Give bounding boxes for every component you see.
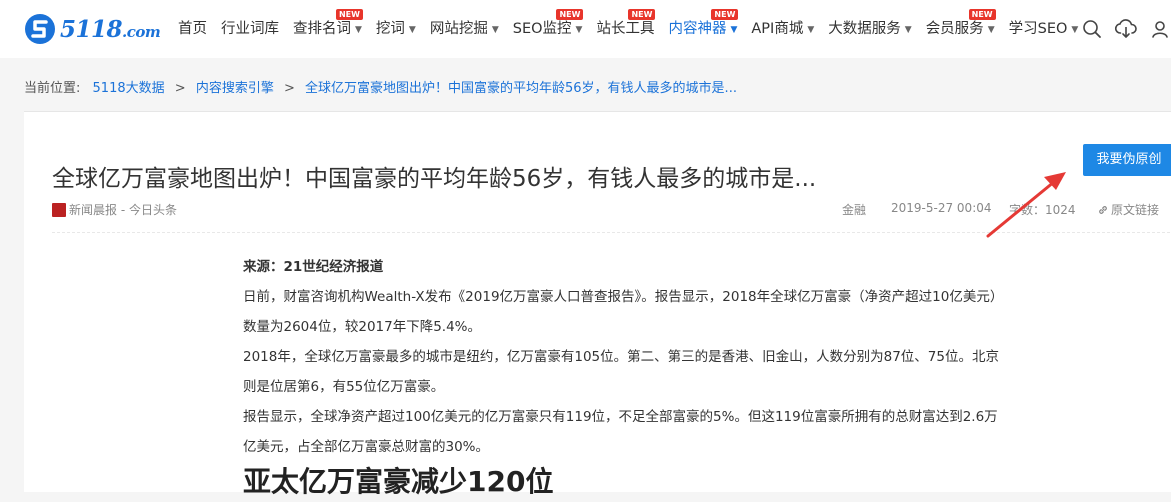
article-paragraph: 2018年，全球亿万富豪最多的城市是纽约，亿万富豪有105位。第二、第三的是香港…: [243, 349, 999, 395]
chevron-down-icon: ▼: [987, 25, 995, 35]
top-navigation-bar: 5118.com 首页 行业词库 查排名词 ▼ NEW 挖词 ▼ 网站挖掘 ▼ SEO监控 ▼ NEW…: [0, 0, 1171, 58]
new-badge: NEW: [968, 9, 996, 20]
chevron-down-icon: ▼: [491, 25, 499, 35]
nav-webmaster-tools[interactable]: 站长工具 NEW: [589, 0, 661, 58]
nav-item-label: 首页: [178, 21, 207, 37]
logo-text: 5118.com: [60, 16, 161, 43]
nav-big-data[interactable]: 大数据服务 ▼: [821, 0, 918, 58]
new-badge: NEW: [335, 9, 363, 20]
new-badge: NEW: [628, 9, 656, 20]
chevron-down-icon: ▼: [575, 25, 583, 35]
new-badge: NEW: [556, 9, 584, 20]
nav-site-mining[interactable]: 网站挖掘 ▼: [423, 0, 506, 58]
cloud-download-icon[interactable]: [1114, 17, 1138, 41]
breadcrumb-prefix: 当前位置:: [24, 81, 81, 96]
article-category: 金融: [842, 203, 867, 217]
search-icon[interactable]: [1080, 17, 1104, 41]
breadcrumb-item-current[interactable]: 全球亿万富豪地图出炉！中国富豪的平均年龄56岁，有钱人最多的城市是...: [305, 81, 737, 96]
nav-item-label: 大数据服务: [828, 21, 901, 37]
nav-industry-lexicon[interactable]: 行业词库: [214, 0, 286, 58]
chevron-down-icon: ▼: [1071, 25, 1079, 35]
nav-item-label: 内容神器: [668, 21, 727, 37]
nav-item-label: SEO监控: [512, 21, 572, 37]
chevron-down-icon: ▼: [807, 25, 815, 35]
breadcrumb-separator: >: [174, 81, 186, 96]
source-name: 新闻晨报 - 今日头条: [69, 203, 177, 217]
article-word-count: 字数：1024: [1009, 203, 1076, 217]
nav-rank-query[interactable]: 查排名词 ▼ NEW: [286, 0, 369, 58]
nav-item-label: 学习SEO: [1008, 21, 1068, 37]
article-source-line: 来源：21世纪经济报道: [243, 259, 384, 275]
article-subheading: 亚太亿万富豪减少120位: [243, 465, 554, 498]
nav-home[interactable]: 首页: [171, 0, 214, 58]
nav-item-label: 会员服务: [925, 21, 984, 37]
main-menu: 首页 行业词库 查排名词 ▼ NEW 挖词 ▼ 网站挖掘 ▼ SEO监控 ▼ NEW 站长工具 NEW 内容…: [171, 0, 1085, 58]
article-paragraph: 日前，财富咨询机构Wealth-X发布《2019亿万富豪人口普查报告》。报告显示…: [243, 289, 997, 335]
nav-learn-seo[interactable]: 学习SEO ▼: [1002, 0, 1086, 58]
nav-seo-monitor[interactable]: SEO监控 ▼ NEW: [506, 0, 590, 58]
article-date: 2019-5-27 00:04: [891, 201, 992, 215]
nav-item-label: 站长工具: [596, 21, 655, 37]
breadcrumb-item-content-search[interactable]: 内容搜索引擎: [196, 81, 274, 96]
original-link[interactable]: 原文链接: [1097, 201, 1159, 218]
meta-divider: [52, 232, 1170, 233]
breadcrumb-item-home[interactable]: 5118大数据: [93, 81, 165, 96]
chevron-down-icon: ▼: [730, 25, 738, 35]
chevron-down-icon: ▼: [355, 25, 362, 35]
nav-item-label: 挖词: [375, 21, 405, 37]
logo[interactable]: 5118.com: [24, 13, 174, 47]
nav-item-label: 查排名词: [293, 21, 351, 37]
article-title: 全球亿万富豪地图出炉！中国富豪的平均年龄56岁，有钱人最多的城市是...: [52, 166, 817, 193]
user-icon[interactable]: [1148, 17, 1171, 41]
source-avatar: [52, 202, 66, 217]
article-card: 全球亿万富豪地图出炉！中国富豪的平均年龄56岁，有钱人最多的城市是... 我要伪…: [24, 111, 1171, 498]
breadcrumb-separator: >: [283, 81, 295, 96]
nav-api-store[interactable]: API商城 ▼: [744, 0, 821, 58]
nav-item-label: 网站挖掘: [429, 21, 488, 37]
nav-item-label: 行业词库: [221, 21, 279, 37]
chevron-down-icon: ▼: [904, 25, 912, 35]
logo-mark-icon: [25, 14, 55, 44]
breadcrumb: 当前位置: 5118大数据 > 内容搜索引擎 > 全球亿万富豪地图出炉！中国富豪…: [24, 77, 737, 96]
article-paragraph: 报告显示，全球净资产超过100亿美元的亿万富豪只有119位，不足全部富豪的5%。…: [243, 409, 998, 455]
nav-membership[interactable]: 会员服务 ▼ NEW: [919, 0, 1002, 58]
nav-icon-group: [1080, 17, 1171, 41]
link-icon: [1099, 206, 1107, 214]
rewrite-button[interactable]: 我要伪原创: [1083, 144, 1171, 176]
nav-item-label: API商城: [751, 21, 804, 37]
article-source[interactable]: 新闻晨报 - 今日头条: [52, 201, 177, 218]
article-body: 来源：21世纪经济报道 日前，财富咨询机构Wealth-X发布《2019亿万富豪…: [243, 252, 1003, 502]
original-link-label: 原文链接: [1111, 203, 1160, 217]
new-badge: NEW: [711, 9, 739, 20]
chevron-down-icon: ▼: [408, 25, 416, 35]
nav-content-tools[interactable]: 内容神器 ▼ NEW: [661, 0, 744, 58]
nav-keyword-mining[interactable]: 挖词 ▼: [369, 0, 423, 58]
